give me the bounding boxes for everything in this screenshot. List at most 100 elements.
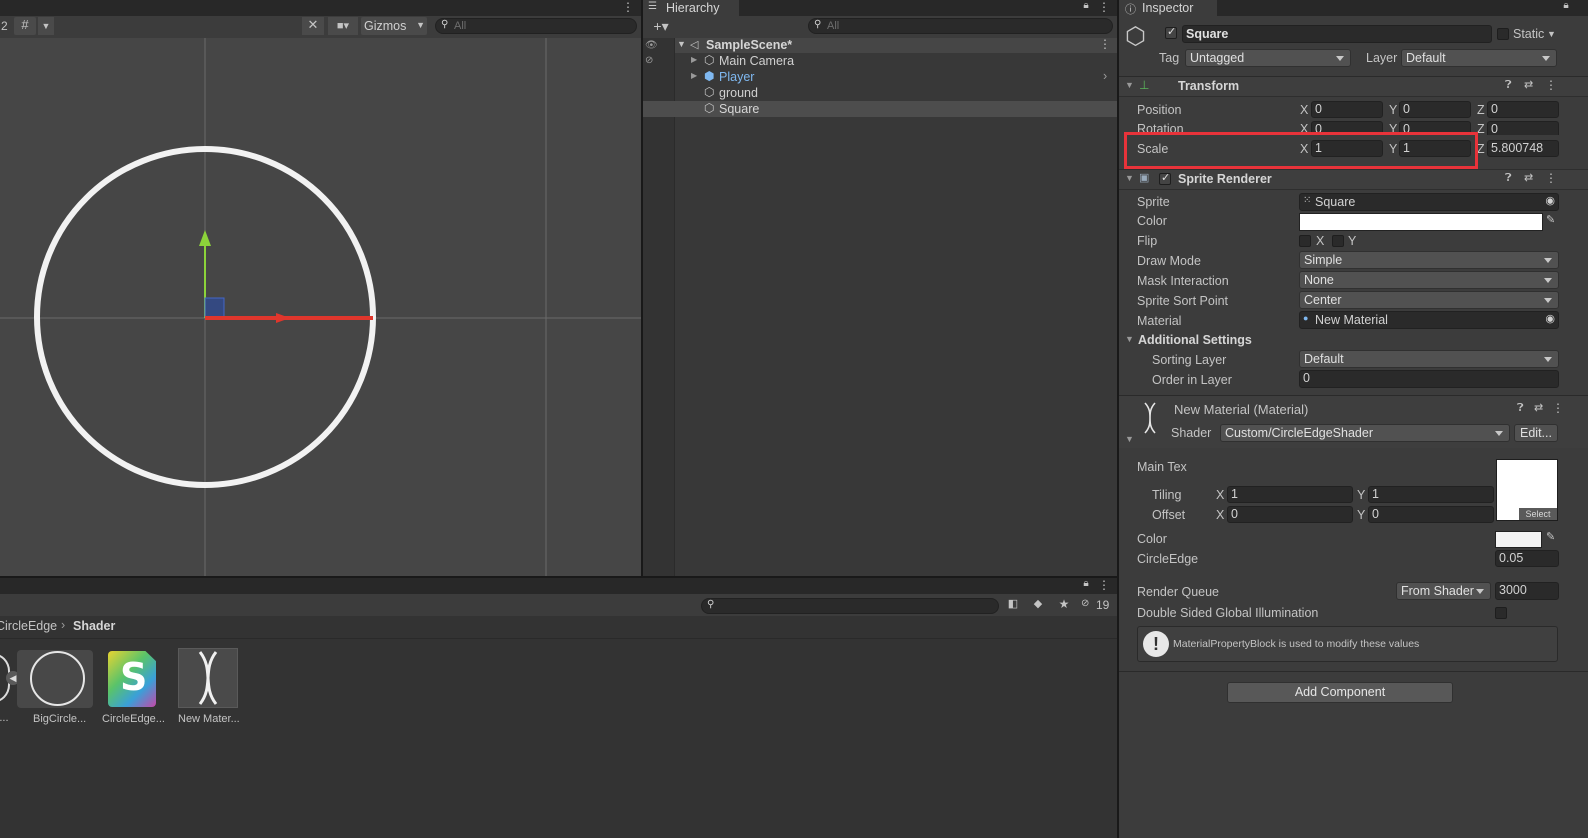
inspector-tab[interactable]: ⓘ Inspector [1119,0,1217,16]
additional-settings-foldout[interactable]: ▼ Additional Settings [1119,331,1588,350]
scene-search-input[interactable]: ⚲ All [435,18,637,34]
presets-icon[interactable]: ⇄ [1524,78,1533,91]
grid-dropdown-icon[interactable]: ▼ [38,17,54,35]
search-by-type-icon[interactable]: ◧ [1004,597,1022,614]
edit-shader-button[interactable]: Edit... [1514,424,1558,442]
object-picker-icon[interactable]: ◉ [1545,312,1555,325]
circle-edge-label[interactable]: CircleEdge [1137,552,1198,566]
presets-icon[interactable]: ⇄ [1524,171,1533,184]
render-queue-field[interactable]: 3000 [1495,582,1559,600]
hierarchy-lock-icon[interactable]: 🔒︎ [1080,0,1092,16]
foldout-icon[interactable]: ▼ [1125,434,1134,444]
sprite-object-field[interactable]: ⁙ Square ◉ [1299,193,1559,211]
sprite-sort-point-dropdown[interactable]: Center [1299,291,1559,309]
flip-x-checkbox[interactable] [1299,235,1311,247]
presets-icon[interactable]: ⇄ [1534,401,1543,414]
offset-x-field[interactable]: 0 [1227,506,1353,523]
layer-dropdown[interactable]: Default [1401,49,1557,67]
offset-y-field[interactable]: 0 [1368,506,1494,523]
gizmos-dropdown-icon[interactable]: ▼ [416,20,425,30]
scene-more-icon[interactable]: ⋮ [622,0,634,16]
asset-tile-selected[interactable]: New Mater... [177,648,240,728]
hierarchy-scene-row[interactable]: ▼ ◁ SampleScene* ⋮ [675,37,1117,53]
foldout-icon[interactable]: ▼ [1125,80,1134,90]
texture-slot[interactable]: Select [1496,459,1558,521]
axis-y-label[interactable]: Y [1389,103,1397,117]
asset-tile[interactable]: S CircleEdge... [100,650,165,730]
eyedropper-icon[interactable]: ✎ [1546,213,1555,226]
object-picker-icon[interactable]: ◉ [1545,194,1555,207]
static-dropdown-icon[interactable]: ▼ [1547,29,1556,39]
project-more-icon[interactable]: ⋮ [1098,578,1110,594]
axis-z-label[interactable]: Z [1477,142,1485,156]
order-in-layer-field[interactable]: 0 [1299,370,1559,388]
color-swatch[interactable] [1299,213,1543,231]
object-name-field[interactable]: Square [1182,25,1492,43]
dsgi-checkbox[interactable] [1495,607,1507,619]
render-queue-mode-dropdown[interactable]: From Shader [1396,582,1491,600]
tag-dropdown[interactable]: Untagged [1185,49,1351,67]
scale-z-field[interactable]: 5.800748 [1487,140,1559,157]
active-checkbox[interactable]: ✓ [1165,26,1177,39]
expand-icon[interactable]: ▶ [691,71,697,80]
mask-interaction-dropdown[interactable]: None [1299,271,1559,289]
hidden-packages-toggle[interactable]: ⊘ 19 [1081,598,1113,614]
axis-z-label[interactable]: Z [1477,103,1485,117]
asset-tile[interactable]: BigCircle... [17,650,93,730]
search-by-label-icon[interactable]: ◆ [1029,597,1047,614]
circle-edge-field[interactable]: 0.05 [1495,550,1559,567]
tiling-y-axis-label[interactable]: Y [1357,488,1365,502]
axis-x-label[interactable]: X [1300,103,1308,117]
hierarchy-item[interactable]: ▶ ⬡ Main Camera [675,53,1117,69]
tiling-y-field[interactable]: 1 [1368,486,1494,503]
expand-icon[interactable]: ▶ [691,55,697,64]
help-icon[interactable]: ❓︎ [1505,79,1512,92]
material-color-swatch[interactable] [1495,531,1542,548]
position-y-field[interactable]: 0 [1399,101,1471,118]
project-search-input[interactable]: ⚲ [701,598,999,614]
flip-y-checkbox[interactable] [1332,235,1344,247]
sprite-renderer-header[interactable]: ▼ ▣ ✓ Sprite Renderer ❓︎ ⇄ ⋮ [1119,169,1588,190]
position-label[interactable]: Position [1137,103,1181,117]
hierarchy-item-selected[interactable]: ⬡ Square [643,101,1117,117]
help-icon[interactable]: ❓︎ [1505,172,1512,185]
foldout-icon[interactable]: ▼ [1125,173,1134,183]
create-dropdown-icon[interactable]: +▾ [647,17,675,35]
scene-expand-icon[interactable]: ▼ [677,39,686,49]
scene-more-icon[interactable]: ⋮ [1099,37,1111,51]
rotation-z-field[interactable]: 0 [1487,121,1559,135]
scene-viewport[interactable] [0,38,641,576]
visibility-toggle-icon[interactable]: 👁︎ [645,40,658,51]
sorting-layer-dropdown[interactable]: Default [1299,350,1559,368]
breadcrumb-item[interactable]: CircleEdge [0,619,57,633]
inspector-lock-icon[interactable]: 🔒︎ [1560,0,1572,16]
help-icon[interactable]: ❓︎ [1517,402,1524,415]
favorites-star-icon[interactable]: ★ [1055,597,1073,614]
order-in-layer-label[interactable]: Order in Layer [1152,373,1232,387]
axis-z-label[interactable]: Z [1477,122,1485,135]
tiling-x-axis-label[interactable]: X [1216,488,1224,502]
position-x-field[interactable]: 0 [1311,101,1383,118]
draw-mode-dropdown[interactable]: Simple [1299,251,1559,269]
hierarchy-search-input[interactable]: ⚲ All [808,18,1113,34]
breadcrumb-item-current[interactable]: Shader [73,619,115,633]
tools-icon[interactable]: ✕ [302,17,324,35]
grid-icon[interactable]: # [14,17,36,35]
pickability-toggle-icon[interactable]: ⊘ [645,55,653,66]
add-component-button[interactable]: Add Component [1227,682,1453,703]
project-lock-icon[interactable]: 🔒︎ [1080,578,1092,594]
static-label[interactable]: Static [1513,27,1544,41]
component-menu-icon[interactable]: ⋮ [1545,171,1557,185]
hierarchy-more-icon[interactable]: ⋮ [1098,0,1110,16]
component-menu-icon[interactable]: ⋮ [1545,78,1557,92]
asset-tile[interactable]: E... [0,648,12,728]
static-checkbox[interactable] [1497,28,1509,40]
transform-header[interactable]: ▼ ⊥ Transform ❓︎ ⇄ ⋮ [1119,77,1588,97]
texture-select-button[interactable]: Select [1519,508,1557,520]
camera-icon[interactable]: ■▾ [328,17,358,35]
component-menu-icon[interactable]: ⋮ [1552,401,1564,415]
position-z-field[interactable]: 0 [1487,101,1559,118]
foldout-icon[interactable]: ▼ [1125,334,1134,344]
material-object-field[interactable]: ● New Material ◉ [1299,311,1559,329]
hierarchy-item[interactable]: ▶ ⬢ Player › [675,69,1117,85]
